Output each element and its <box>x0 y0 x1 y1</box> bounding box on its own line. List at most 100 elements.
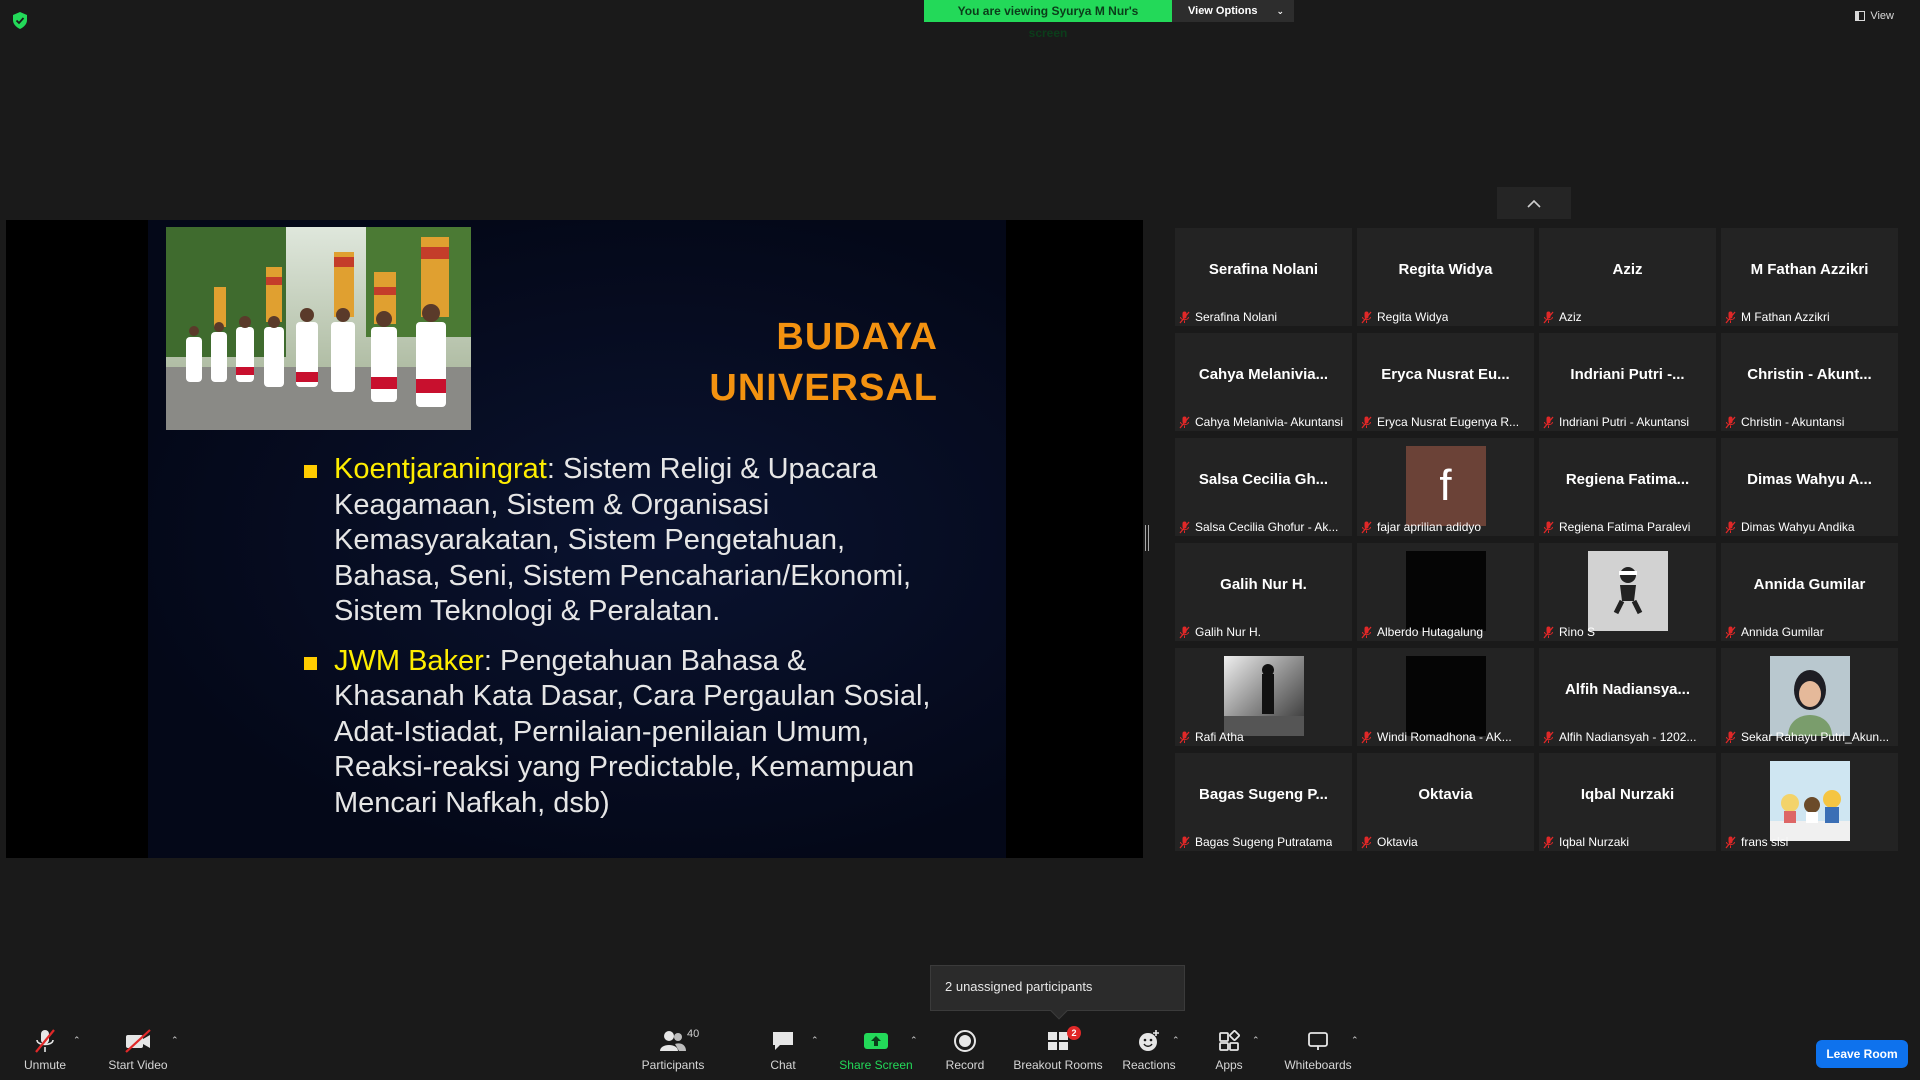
participant-name: Bagas Sugeng Putratama <box>1195 835 1333 849</box>
participant-tile[interactable]: M Fathan Azzikri M Fathan Azzikri <box>1721 228 1898 326</box>
participant-name: Eryca Nusrat Eugenya R... <box>1377 415 1520 429</box>
muted-mic-icon <box>1361 521 1372 533</box>
participant-tile[interactable]: Aziz Aziz <box>1539 228 1716 326</box>
muted-mic-icon <box>1725 311 1736 323</box>
participant-tile[interactable]: Iqbal Nurzaki Iqbal Nurzaki <box>1539 753 1716 851</box>
share-options-caret-icon[interactable]: ⌃ <box>910 1035 918 1046</box>
meeting-toolbar: Unmute ⌃ Start Video ⌃ 40 Participants C… <box>0 1022 1920 1080</box>
chevron-up-icon <box>1527 199 1541 208</box>
participant-display-name: Regiena Fatima... <box>1565 471 1690 488</box>
apps-button[interactable]: Apps <box>1184 1028 1274 1072</box>
participant-name: Oktavia <box>1377 835 1418 849</box>
participant-tile[interactable]: Rafi Atha <box>1175 648 1352 746</box>
participant-name-label: Indriani Putri - Akuntansi <box>1543 415 1712 429</box>
participant-tile[interactable]: Indriani Putri -... Indriani Putri - Akun… <box>1539 333 1716 431</box>
participant-display-name: Annida Gumilar <box>1753 576 1866 593</box>
participant-tile[interactable]: Serafina Nolani Serafina Nolani <box>1175 228 1352 326</box>
participant-tile[interactable]: Annida Gumilar Annida Gumilar <box>1721 543 1898 641</box>
participant-tile[interactable]: frans sisi <box>1721 753 1898 851</box>
slide-bullet: JWM Baker: Pengetahuan Bahasa & Khasanah… <box>304 644 944 822</box>
view-options-button[interactable]: View Options ⌄ <box>1172 0 1294 22</box>
participants-count: 40 <box>687 1028 700 1040</box>
participant-display-name: Regita Widya <box>1398 261 1493 278</box>
participant-tile[interactable]: f fajar aprilian adidyo <box>1357 438 1534 536</box>
gallery-layout-icon <box>1855 11 1866 21</box>
bullet-square-icon <box>304 656 317 670</box>
participant-name-label: Windi Romadhona - AK... <box>1361 730 1530 744</box>
zoom-meeting-window: You are viewing Syurya M Nur's screen Vi… <box>0 0 1920 1080</box>
participant-tile[interactable]: Christin - Akunt... Christin - Akuntansi <box>1721 333 1898 431</box>
participant-tile[interactable]: Windi Romadhona - AK... <box>1357 648 1534 746</box>
participant-tile[interactable]: Regiena Fatima... Regiena Fatima Paralevi <box>1539 438 1716 536</box>
presentation-slide: BUDAYA UNIVERSAL Koentjaraningrat: Siste… <box>148 220 1006 858</box>
participant-name: Indriani Putri - Akuntansi <box>1559 415 1690 429</box>
unassigned-participants-popup[interactable]: 2 unassigned participants <box>930 965 1185 1020</box>
participant-tile[interactable]: Regita Widya Regita Widya <box>1357 228 1534 326</box>
participant-display-name: M Fathan Azzikri <box>1750 261 1869 278</box>
participant-name: Rafi Atha <box>1195 730 1244 744</box>
audio-options-caret-icon[interactable]: ⌃ <box>73 1035 81 1046</box>
participant-tile[interactable]: Rino S <box>1539 543 1716 641</box>
muted-mic-icon <box>1179 416 1190 428</box>
start-video-button[interactable]: Start Video <box>93 1028 183 1072</box>
share-screen-label: Share Screen <box>839 1058 913 1072</box>
participant-tile[interactable]: Cahya Melanivia... Cahya Melanivia- Akunt… <box>1175 333 1352 431</box>
participant-tile[interactable]: Eryca Nusrat Eu... Eryca Nusrat Eugenya R… <box>1357 333 1534 431</box>
participant-tile[interactable]: Bagas Sugeng P... Bagas Sugeng Putratama <box>1175 753 1352 851</box>
leave-room-button[interactable]: Leave Room <box>1816 1040 1908 1068</box>
participant-name: frans sisi <box>1741 835 1789 849</box>
video-options-caret-icon[interactable]: ⌃ <box>171 1035 179 1046</box>
participant-tile[interactable]: Sekar Rahayu Putri_Akun... <box>1721 648 1898 746</box>
participant-name: Cahya Melanivia- Akuntansi <box>1195 415 1344 429</box>
security-shield-icon[interactable] <box>12 12 28 29</box>
apps-caret-icon[interactable]: ⌃ <box>1252 1035 1260 1046</box>
whiteboard-icon <box>1306 1028 1330 1054</box>
muted-mic-icon <box>1361 416 1372 428</box>
chat-label: Chat <box>770 1058 796 1072</box>
muted-mic-icon <box>1543 836 1554 848</box>
screen-share-banner: You are viewing Syurya M Nur's screen Vi… <box>924 0 1294 40</box>
participant-name-label: Regita Widya <box>1361 310 1530 324</box>
video-thumbnail <box>1405 656 1486 736</box>
avatar-photo <box>1769 761 1850 841</box>
share-screen-button[interactable]: Share Screen <box>831 1028 921 1072</box>
breakout-rooms-button[interactable]: 2 Breakout Rooms <box>1012 1026 1104 1072</box>
apps-label: Apps <box>1215 1058 1243 1072</box>
video-off-icon <box>123 1028 153 1054</box>
gallery-page-up-button[interactable] <box>1497 187 1571 219</box>
participant-name: Galih Nur H. <box>1195 625 1262 639</box>
participant-gallery: Serafina Nolani Serafina Nolani Regita Wid… <box>1175 228 1898 851</box>
participant-name: Dimas Wahyu Andika <box>1741 520 1855 534</box>
whiteboards-caret-icon[interactable]: ⌃ <box>1351 1035 1359 1046</box>
view-layout-button[interactable]: View <box>1855 10 1894 22</box>
facebook-avatar: f <box>1405 446 1486 526</box>
shared-screen[interactable]: BUDAYA UNIVERSAL Koentjaraningrat: Siste… <box>6 220 1143 858</box>
participant-name: Serafina Nolani <box>1195 310 1278 324</box>
participant-display-name: Christin - Akunt... <box>1747 366 1872 383</box>
whiteboards-button[interactable]: Whiteboards <box>1273 1028 1363 1072</box>
participant-tile[interactable]: Dimas Wahyu A... Dimas Wahyu Andika <box>1721 438 1898 536</box>
chat-options-caret-icon[interactable]: ⌃ <box>811 1035 819 1046</box>
participant-tile[interactable]: Alfih Nadiansya... Alfih Nadiansyah - 120… <box>1539 648 1716 746</box>
participant-name-label: Eryca Nusrat Eugenya R... <box>1361 415 1530 429</box>
participant-display-name: Serafina Nolani <box>1208 261 1319 278</box>
start-video-label: Start Video <box>108 1058 168 1072</box>
splitter-handle[interactable] <box>1145 525 1149 551</box>
participant-tile[interactable]: Oktavia Oktavia <box>1357 753 1534 851</box>
record-button[interactable]: Record <box>920 1028 1010 1072</box>
participants-button[interactable]: 40 Participants <box>628 1028 718 1072</box>
participant-name-label: Alberdo Hutagalung <box>1361 625 1530 639</box>
participant-display-name: Salsa Cecilia Gh... <box>1198 471 1329 488</box>
chevron-down-icon: ⌄ <box>1276 6 1284 16</box>
participant-tile[interactable]: Alberdo Hutagalung <box>1357 543 1534 641</box>
muted-mic-icon <box>1725 521 1736 533</box>
participant-name: Annida Gumilar <box>1741 625 1824 639</box>
reactions-button[interactable]: Reactions <box>1104 1028 1194 1072</box>
participant-tile[interactable]: Salsa Cecilia Gh... Salsa Cecilia Ghofur … <box>1175 438 1352 536</box>
participant-name-label: Bagas Sugeng Putratama <box>1179 835 1348 849</box>
reactions-caret-icon[interactable]: ⌃ <box>1172 1035 1180 1046</box>
muted-mic-icon <box>1179 626 1190 638</box>
participant-tile[interactable]: Galih Nur H. Galih Nur H. <box>1175 543 1352 641</box>
participant-name: Alberdo Hutagalung <box>1377 625 1484 639</box>
muted-mic-icon <box>1179 521 1190 533</box>
